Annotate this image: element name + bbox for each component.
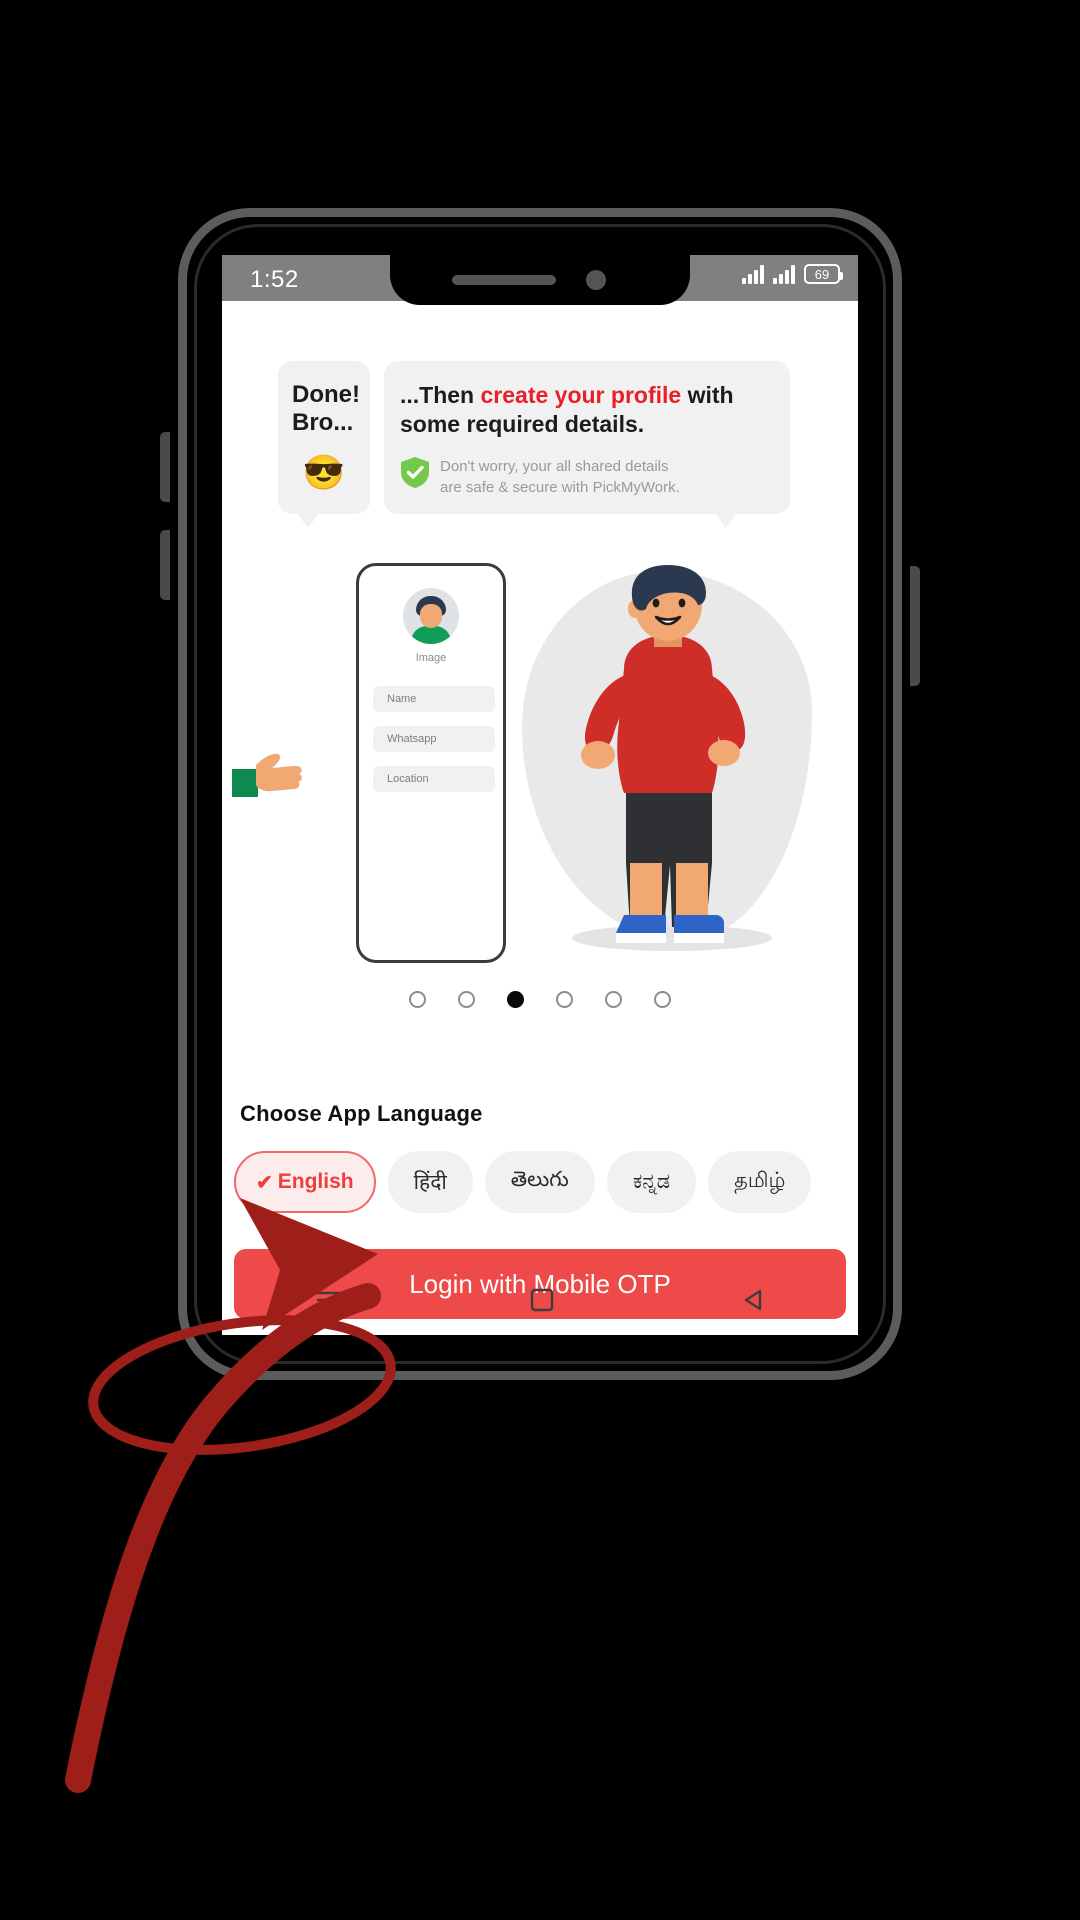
status-bar: 1:52 69 <box>222 255 858 305</box>
security-note-line1: Don't worry, your all shared details <box>440 457 669 475</box>
volume-up-button[interactable] <box>160 432 170 502</box>
back-triangle-icon[interactable] <box>742 1288 764 1312</box>
security-note-text: Don't worry, your all shared details are… <box>440 456 680 499</box>
onboarding-bubbles: Done! Bro... 😎 ...Then create your profi… <box>278 361 790 529</box>
language-chip-tamil[interactable]: தமிழ் <box>708 1151 812 1213</box>
carousel-dot-3-active[interactable] <box>507 991 524 1008</box>
onboarding-illustration: Image Name Whatsapp Location <box>222 553 858 973</box>
bubble-right-tail <box>714 512 738 529</box>
thumbs-up-hand-icon <box>232 753 302 797</box>
battery-icon: 69 <box>804 264 843 284</box>
mini-phone-mockup: Image Name Whatsapp Location <box>356 563 506 963</box>
home-square-icon[interactable] <box>530 1288 554 1312</box>
language-chip-list: ✔ English हिंदी తెలుగు ಕನ್ನಡ தமிழ் <box>234 1151 858 1213</box>
power-button[interactable] <box>910 566 920 686</box>
phone-screen: 1:52 69 Done! Bro... 😎 ...Then create yo… <box>222 255 858 1335</box>
status-bar-time: 1:52 <box>250 266 299 293</box>
person-illustration <box>581 565 746 943</box>
sunglasses-face-emoji: 😎 <box>302 453 346 492</box>
volume-down-button[interactable] <box>160 530 170 600</box>
signal-bars-icon-2 <box>773 264 795 284</box>
signal-bars-icon <box>742 264 764 284</box>
check-icon: ✔ <box>256 1171 273 1194</box>
choose-language-title: Choose App Language <box>240 1101 483 1126</box>
mini-phone-field-whatsapp: Whatsapp <box>373 726 495 752</box>
green-shield-check-icon <box>401 456 429 488</box>
language-chip-kannada-label: ಕನ್ನಡ <box>632 1170 671 1193</box>
language-chip-hindi-label: हिंदी <box>413 1171 447 1194</box>
carousel-dot-5[interactable] <box>605 991 622 1008</box>
carousel-dot-4[interactable] <box>556 991 573 1008</box>
mini-phone-field-location: Location <box>373 766 495 792</box>
security-note: Don't worry, your all shared details are… <box>400 456 774 499</box>
headline-pre: ...Then <box>400 382 481 408</box>
language-chip-english[interactable]: ✔ English <box>234 1151 376 1213</box>
language-chip-telugu[interactable]: తెలుగు <box>484 1151 595 1213</box>
bubble-left-line1: Done! <box>292 381 360 408</box>
mini-phone-image-caption: Image <box>415 652 447 664</box>
android-nav-bar <box>222 1265 858 1335</box>
bubble-right-headline: ...Then create your profile with some re… <box>400 381 774 440</box>
status-bar-indicators: 69 <box>742 264 843 284</box>
security-note-line2: are safe & secure with PickMyWork. <box>440 479 680 497</box>
phone-notch <box>390 255 690 305</box>
bubble-left-tail <box>296 512 320 529</box>
screen-content: Done! Bro... 😎 ...Then create your profi… <box>222 301 858 1335</box>
carousel-dots[interactable] <box>222 991 858 1008</box>
earpiece-speaker <box>452 275 556 285</box>
menu-icon[interactable] <box>316 1289 342 1311</box>
language-chip-english-label: English <box>277 1170 354 1193</box>
front-camera <box>586 270 606 290</box>
bubble-done-bro: Done! Bro... 😎 <box>278 361 370 529</box>
mini-phone-field-name: Name <box>373 686 495 712</box>
bubble-create-profile: ...Then create your profile with some re… <box>384 361 790 529</box>
screenshot-root: 1:52 69 Done! Bro... 😎 ...Then create yo… <box>0 0 1080 1920</box>
language-chip-telugu-label: తెలుగు <box>510 1167 569 1191</box>
language-chip-kannada[interactable]: ಕನ್ನಡ <box>606 1151 697 1213</box>
language-chip-tamil-label: தமிழ் <box>734 1169 786 1192</box>
profile-avatar <box>403 588 459 644</box>
battery-percent-label: 69 <box>814 266 830 282</box>
carousel-dot-2[interactable] <box>458 991 475 1008</box>
headline-highlight: create your profile <box>480 382 682 408</box>
bubble-left-line2: Bro... <box>292 409 354 437</box>
language-chip-hindi[interactable]: हिंदी <box>387 1151 473 1213</box>
carousel-dot-1[interactable] <box>409 991 426 1008</box>
carousel-dot-6[interactable] <box>654 991 671 1008</box>
